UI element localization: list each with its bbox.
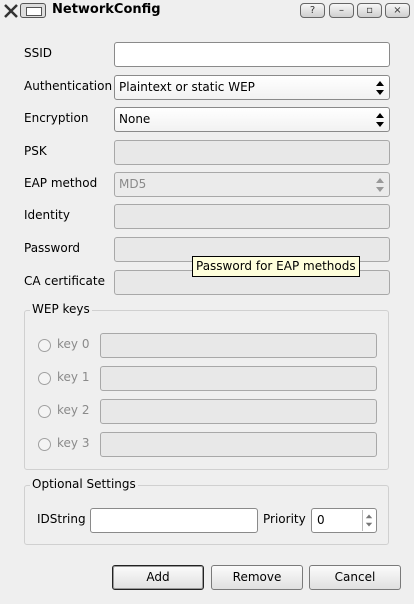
updown-arrows-icon	[376, 178, 384, 192]
authentication-label: Authentication	[24, 79, 113, 93]
title-bar: NetworkConfig ? – ▫ ×	[0, 0, 414, 22]
priority-label: Priority	[263, 512, 306, 526]
eap-method-select[interactable]: MD5	[114, 172, 390, 197]
key1-radio[interactable]	[38, 372, 51, 385]
key2-label: key 2	[57, 403, 90, 417]
window-menu-icon[interactable]	[20, 3, 46, 18]
wep-keys-title: WEP keys	[30, 302, 92, 316]
optional-settings-title: Optional Settings	[30, 477, 138, 491]
encryption-label: Encryption	[24, 111, 89, 125]
add-button[interactable]: Add	[112, 565, 204, 590]
identity-input[interactable]	[114, 204, 390, 229]
ssid-label: SSID	[24, 46, 53, 60]
key1-label: key 1	[57, 370, 90, 384]
key3-radio[interactable]	[38, 438, 51, 451]
remove-button[interactable]: Remove	[211, 565, 303, 590]
encryption-value: None	[119, 112, 151, 126]
eap-method-label: EAP method	[24, 176, 98, 190]
priority-value: 0	[317, 513, 325, 527]
idstring-label: IDString	[37, 512, 86, 526]
ca-certificate-label: CA certificate	[24, 274, 105, 288]
help-button[interactable]: ?	[300, 3, 325, 18]
identity-label: Identity	[24, 208, 70, 222]
maximize-button[interactable]: ▫	[357, 3, 382, 18]
key3-label: key 3	[57, 436, 90, 450]
password-tooltip: Password for EAP methods	[192, 256, 360, 277]
close-button[interactable]: ×	[385, 3, 410, 18]
cancel-button[interactable]: Cancel	[309, 565, 401, 590]
key1-input[interactable]	[100, 366, 377, 391]
minimize-button[interactable]: –	[329, 3, 354, 18]
key0-input[interactable]	[100, 333, 377, 358]
encryption-select[interactable]: None	[114, 107, 390, 132]
key2-input[interactable]	[100, 399, 377, 424]
priority-spinbox[interactable]: 0	[311, 508, 377, 533]
spin-arrows-icon[interactable]	[362, 510, 375, 531]
psk-label: PSK	[24, 144, 47, 158]
password-label: Password	[24, 241, 81, 255]
idstring-input[interactable]	[90, 508, 258, 533]
key0-label: key 0	[57, 337, 90, 351]
key0-radio[interactable]	[38, 339, 51, 352]
x-logo-icon	[4, 4, 18, 18]
ssid-input[interactable]	[114, 42, 390, 67]
eap-method-value: MD5	[119, 177, 147, 191]
key3-input[interactable]	[100, 432, 377, 457]
psk-input[interactable]	[114, 140, 390, 165]
window-title: NetworkConfig	[52, 2, 161, 17]
updown-arrows-icon	[376, 81, 384, 95]
key2-radio[interactable]	[38, 405, 51, 418]
authentication-select[interactable]: Plaintext or static WEP	[114, 75, 390, 100]
updown-arrows-icon	[376, 113, 384, 127]
authentication-value: Plaintext or static WEP	[119, 80, 255, 94]
